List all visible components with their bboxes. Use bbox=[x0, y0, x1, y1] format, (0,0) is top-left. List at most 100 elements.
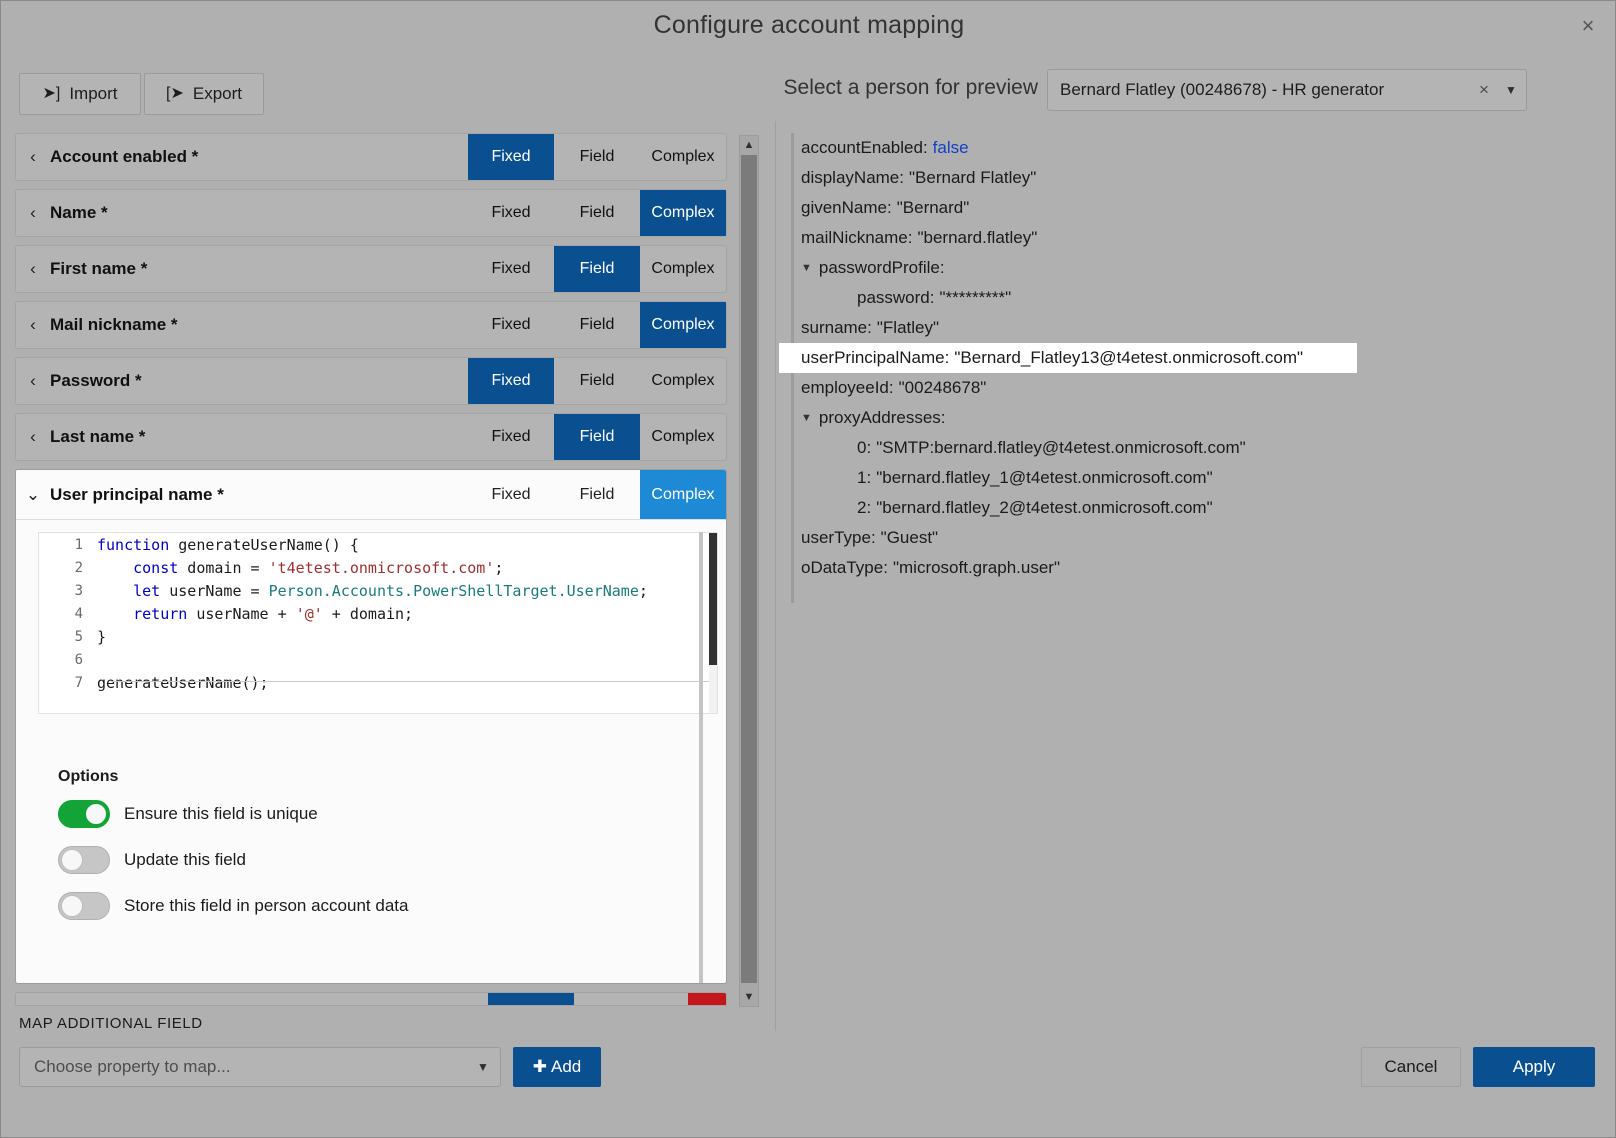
code-token: return bbox=[133, 604, 188, 623]
options-title: Options bbox=[58, 768, 119, 785]
chevron-left-icon[interactable]: ‹ bbox=[16, 315, 50, 335]
segment-option-complex[interactable]: Complex bbox=[640, 414, 726, 460]
segment-option-field[interactable]: Field bbox=[554, 358, 640, 404]
clear-icon[interactable]: × bbox=[1472, 80, 1496, 100]
code-line: 5} bbox=[39, 625, 717, 648]
segment-option-complex[interactable]: Complex bbox=[640, 470, 726, 519]
dialog-title: Configure account mapping bbox=[653, 11, 965, 39]
scroll-up-icon[interactable]: ▲ bbox=[740, 136, 758, 154]
expand-collapse-icon[interactable]: ▼ bbox=[801, 262, 812, 274]
delete-button-partial[interactable] bbox=[688, 993, 726, 1005]
expanded-row-header[interactable]: ⌄ User principal name * Fixed Field Complex bbox=[16, 470, 726, 520]
preview-key: password bbox=[857, 288, 930, 307]
preview-key: proxyAddresses bbox=[818, 408, 941, 427]
preview-line: userType : "Guest" bbox=[801, 523, 1601, 553]
mapping-list-scrollbar[interactable]: ▲ ▼ bbox=[739, 135, 759, 1007]
segment-option-fixed[interactable]: Fixed bbox=[468, 470, 554, 519]
segment-option-fixed[interactable]: Fixed bbox=[468, 246, 554, 292]
close-icon[interactable]: × bbox=[1573, 11, 1603, 41]
code-token: userName = bbox=[160, 581, 269, 600]
mapping-row-partial[interactable] bbox=[15, 992, 727, 1006]
segment-option-fixed[interactable]: Fixed bbox=[468, 358, 554, 404]
segment-option-complex[interactable]: Complex bbox=[640, 246, 726, 292]
mapping-row[interactable]: ‹ Account enabled * Fixed Field Complex bbox=[15, 133, 727, 181]
person-picker-label: Select a person for preview bbox=[783, 76, 1038, 99]
option-toggle[interactable] bbox=[58, 800, 110, 828]
segment-option-field[interactable]: Field bbox=[554, 302, 640, 348]
chevron-left-icon[interactable]: ‹ bbox=[16, 259, 50, 279]
code-token: domain = bbox=[178, 558, 269, 577]
preview-line: ▼ proxyAddresses : bbox=[801, 403, 1601, 433]
scroll-down-icon[interactable]: ▼ bbox=[740, 988, 758, 1006]
line-number: 1 bbox=[74, 536, 83, 553]
script-editor[interactable]: 1 function generateUserName() {2 const do… bbox=[38, 532, 718, 714]
segment-option-complex[interactable]: Complex bbox=[640, 134, 726, 180]
mapping-type-segmented-control: Fixed Field Complex bbox=[468, 134, 726, 180]
preview-line: displayName : "Bernard Flatley" bbox=[801, 163, 1601, 193]
code-token: ; bbox=[494, 558, 504, 577]
chevron-left-icon[interactable]: ‹ bbox=[16, 371, 50, 391]
segment-option-field[interactable]: Field bbox=[554, 190, 640, 236]
option-toggle[interactable] bbox=[58, 846, 110, 874]
segment-option-complex[interactable]: Complex bbox=[640, 302, 726, 348]
code-line-text: return userName + '@' + domain; bbox=[97, 605, 413, 623]
cancel-button[interactable]: Cancel bbox=[1361, 1047, 1461, 1087]
editor-scrollbar[interactable] bbox=[709, 533, 717, 713]
option-label: Ensure this field is unique bbox=[124, 804, 318, 823]
chevron-left-icon[interactable]: ‹ bbox=[16, 147, 50, 167]
preview-value: "Bernard Flatley" bbox=[909, 168, 1037, 187]
segment-option-complex[interactable]: Complex bbox=[640, 358, 726, 404]
chevron-down-icon[interactable]: ▼ bbox=[1496, 83, 1526, 97]
expand-collapse-icon[interactable]: ▼ bbox=[801, 412, 812, 424]
add-button[interactable]: ✚ Add bbox=[513, 1047, 601, 1087]
code-line-text: function generateUserName() { bbox=[97, 536, 359, 554]
segment-option-field[interactable]: Field bbox=[554, 246, 640, 292]
segment-option-complex[interactable]: Complex bbox=[640, 190, 726, 236]
segment-option-fixed[interactable]: Fixed bbox=[468, 302, 554, 348]
preview-key: oDataType bbox=[801, 558, 884, 577]
preview-colon: : bbox=[922, 138, 928, 157]
preview-value: "Bernard" bbox=[896, 198, 970, 217]
option-label: Update this field bbox=[124, 850, 246, 869]
code-token: generateUserName(); bbox=[97, 673, 269, 692]
segment-option-fixed[interactable]: Fixed bbox=[468, 134, 554, 180]
mapping-row[interactable]: ‹ Password * Fixed Field Complex bbox=[15, 357, 727, 405]
mapping-row[interactable]: ‹ Last name * Fixed Field Complex bbox=[15, 413, 727, 461]
code-token: } bbox=[97, 627, 107, 646]
plus-icon: ✚ bbox=[532, 1057, 547, 1076]
apply-button[interactable]: Apply bbox=[1473, 1047, 1595, 1087]
line-number: 6 bbox=[74, 651, 83, 668]
segment-option-fixed[interactable]: Fixed bbox=[468, 190, 554, 236]
line-number: 3 bbox=[74, 582, 83, 599]
preview-colon: : bbox=[939, 258, 945, 277]
import-button[interactable]: ➤] Import bbox=[19, 73, 141, 115]
mapping-row[interactable]: ‹ Mail nickname * Fixed Field Complex bbox=[15, 301, 727, 349]
editor-scrollbar-thumb[interactable] bbox=[709, 533, 717, 665]
preview-key: passwordProfile bbox=[818, 258, 940, 277]
option-toggle[interactable] bbox=[58, 892, 110, 920]
mapping-row-label: Last name * bbox=[50, 427, 146, 446]
segment-option-fixed[interactable]: Fixed bbox=[468, 414, 554, 460]
chevron-down-icon[interactable]: ▼ bbox=[466, 1060, 500, 1074]
mapping-row[interactable]: ‹ First name * Fixed Field Complex bbox=[15, 245, 727, 293]
segment-option-field[interactable]: Field bbox=[554, 470, 640, 519]
choose-property-select[interactable]: Choose property to map... ▼ bbox=[19, 1047, 501, 1087]
chevron-down-icon[interactable]: ⌄ bbox=[16, 485, 50, 505]
mapping-row-label: Name * bbox=[50, 203, 108, 222]
sign-out-icon: [➤ bbox=[166, 85, 184, 102]
segment-option-field[interactable]: Field bbox=[554, 134, 640, 180]
line-number: 2 bbox=[74, 559, 83, 576]
chevron-left-icon[interactable]: ‹ bbox=[16, 427, 50, 447]
export-button[interactable]: [➤ Export bbox=[144, 73, 264, 115]
segment-option-field[interactable]: Field bbox=[554, 414, 640, 460]
person-picker-select[interactable]: Bernard Flatley (00248678) - HR generato… bbox=[1047, 69, 1527, 111]
choose-property-placeholder: Choose property to map... bbox=[34, 1057, 231, 1076]
code-line: 6 bbox=[39, 648, 717, 671]
mapping-row-label: Mail nickname * bbox=[50, 315, 178, 334]
code-token: userName + bbox=[187, 604, 296, 623]
segment-option-selected-partial[interactable] bbox=[488, 993, 574, 1005]
scrollbar-thumb[interactable] bbox=[741, 155, 757, 983]
mapping-row[interactable]: ‹ Name * Fixed Field Complex bbox=[15, 189, 727, 237]
chevron-left-icon[interactable]: ‹ bbox=[16, 203, 50, 223]
